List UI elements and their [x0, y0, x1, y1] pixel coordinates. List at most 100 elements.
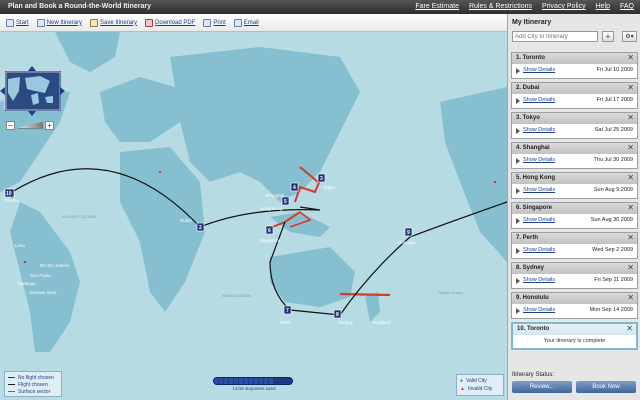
print-button[interactable]: Print — [203, 18, 226, 27]
city-marker-2[interactable]: 2 — [196, 222, 205, 232]
show-details-link[interactable]: Show Details — [523, 217, 555, 223]
start-button[interactable]: Start — [6, 18, 29, 27]
print-icon — [203, 18, 212, 27]
itinerary-leg-9[interactable]: 9. Honolulu ✕ Show Details Mon Sep 14 2009 — [511, 292, 638, 319]
expand-arrow-icon[interactable] — [516, 98, 520, 104]
expand-arrow-icon[interactable] — [516, 218, 520, 224]
settings-gear-icon[interactable]: ⚙▾ — [622, 31, 637, 42]
itinerary-status-label: Itinerary Status: — [512, 372, 555, 378]
save-icon — [90, 18, 99, 27]
expand-arrow-icon[interactable] — [516, 278, 520, 284]
leg-date: Thu Jul 30 2009 — [593, 157, 633, 163]
rules-link[interactable]: Rules & Restrictions — [469, 3, 532, 10]
page-title: Plan and Book a Round-the-World Itinerar… — [8, 3, 151, 10]
add-city-row: + ⚙▾ — [512, 31, 637, 43]
city-marker-6[interactable]: 6 — [265, 225, 274, 235]
remove-leg-close-icon[interactable]: ✕ — [627, 173, 634, 182]
invalid-city-legend: ▲ Invalid City — [460, 386, 493, 392]
itinerary-leg-4[interactable]: 4. Shanghai ✕ Show Details Thu Jul 30 2009 — [511, 142, 638, 169]
show-details-link[interactable]: Show Details — [523, 97, 555, 103]
svg-text:7: 7 — [286, 308, 289, 314]
pan-down-icon[interactable] — [28, 111, 36, 116]
email-button[interactable]: Email — [233, 18, 259, 27]
add-city-input[interactable] — [512, 31, 598, 42]
remove-leg-close-icon[interactable]: ✕ — [627, 53, 634, 62]
svg-text:10: 10 — [6, 191, 12, 197]
show-details-link[interactable]: Show Details — [523, 157, 555, 163]
itinerary-leg-final[interactable]: 10. Toronto ✕ Your itinerary is complete — [511, 322, 638, 350]
expand-arrow-icon[interactable] — [516, 188, 520, 194]
leg-date: Sun Aug 30 2009 — [590, 217, 633, 223]
remove-leg-close-icon[interactable]: ✕ — [627, 233, 634, 242]
show-details-link[interactable]: Show Details — [523, 67, 555, 73]
new-itinerary-button[interactable]: New Itinerary — [36, 18, 82, 27]
zoom-out-button[interactable]: − — [6, 120, 15, 130]
city-marker-5[interactable]: 5 — [281, 196, 290, 206]
remove-leg-close-icon[interactable]: ✕ — [627, 83, 634, 92]
pan-right-icon[interactable] — [60, 87, 65, 95]
pan-left-icon[interactable] — [0, 87, 5, 95]
remove-leg-close-icon[interactable]: ✕ — [627, 113, 634, 122]
stopover-counter: 12/16 stopovers used — [213, 377, 295, 395]
legend-surface: Surface sector — [8, 388, 58, 395]
show-details-link[interactable]: Show Details — [523, 187, 555, 193]
city-marker-4[interactable]: 4 — [290, 182, 299, 192]
remove-leg-close-icon[interactable]: ✕ — [627, 263, 634, 272]
svg-text:8: 8 — [336, 312, 339, 318]
svg-text:9: 9 — [407, 230, 410, 236]
svg-text:4: 4 — [293, 185, 296, 191]
expand-arrow-icon[interactable] — [516, 158, 520, 164]
indian-ocean-label: INDIAN OCEAN — [222, 293, 251, 298]
itinerary-leg-1[interactable]: 1. Toronto ✕ Show Details Fri Jul 10 2009 — [511, 52, 638, 79]
map-canvas[interactable]: ATLANTIC OCEAN INDIAN OCEAN Pacific Ocea… — [0, 32, 507, 400]
itinerary-leg-7[interactable]: 7. Perth ✕ Show Details Wed Sep 2 2009 — [511, 232, 638, 259]
remove-leg-close-icon[interactable]: ✕ — [627, 203, 634, 212]
label-santiago: Santiago — [18, 281, 36, 286]
show-details-link[interactable]: Show Details — [523, 127, 555, 133]
itinerary-leg-6[interactable]: 6. Singapore ✕ Show Details Sun Aug 30 2009 — [511, 202, 638, 229]
city-marker-7[interactable]: 7 — [283, 305, 292, 315]
itinerary-leg-5[interactable]: 5. Hong Kong ✕ Show Details Sun Aug 9 2009 — [511, 172, 638, 199]
download-pdf-button[interactable]: Download PDF — [145, 18, 195, 27]
app-window: Plan and Book a Round-the-World Itinerar… — [0, 0, 640, 400]
faq-link[interactable]: FAQ — [620, 3, 634, 10]
city-marker-8[interactable]: 8 — [333, 309, 342, 319]
remove-leg-close-icon[interactable]: ✕ — [627, 143, 634, 152]
show-details-link[interactable]: Show Details — [523, 247, 555, 253]
remove-leg-close-icon[interactable]: ✕ — [627, 293, 634, 302]
save-itinerary-button[interactable]: Save Itinerary — [90, 18, 137, 27]
city-marker-3[interactable]: 3 — [317, 173, 326, 183]
pan-up-icon[interactable] — [28, 66, 36, 71]
help-link[interactable]: Help — [596, 3, 610, 10]
itinerary-panel: My Itinerary + ⚙▾ 1. Toronto✕Show Detail… — [507, 14, 640, 400]
expand-arrow-icon[interactable] — [516, 68, 520, 74]
pacific-ocean-label: Pacific Ocean — [438, 290, 463, 295]
review-button[interactable]: Review... — [512, 381, 572, 393]
itinerary-leg-2[interactable]: 2. Dubai ✕ Show Details Fri Jul 17 2009 — [511, 82, 638, 109]
remove-leg-close-icon[interactable]: ✕ — [626, 324, 633, 333]
city-marker-9[interactable]: 9 — [404, 227, 413, 237]
header-bar: Plan and Book a Round-the-World Itinerar… — [0, 0, 640, 14]
privacy-link[interactable]: Privacy Policy — [542, 3, 586, 10]
expand-arrow-icon[interactable] — [516, 308, 520, 314]
book-now-button[interactable]: Book Now — [576, 381, 636, 393]
itinerary-leg-3[interactable]: 3. Tokyo ✕ Show Details Sat Jul 25 2009 — [511, 112, 638, 139]
label-perth: Perth — [280, 320, 291, 325]
label-riodejaneiro: Rio De Janeiro — [40, 263, 70, 268]
itinerary-leg-8[interactable]: 8. Sydney ✕ Show Details Fri Sep 11 2009 — [511, 262, 638, 289]
show-details-link[interactable]: Show Details — [523, 277, 555, 283]
expand-arrow-icon[interactable] — [516, 248, 520, 254]
zoom-slider[interactable] — [17, 121, 43, 129]
zoom-in-button[interactable]: + — [45, 120, 54, 130]
city-marker-10[interactable]: 10 — [4, 188, 15, 198]
fare-estimate-link[interactable]: Fare Estimate — [415, 3, 459, 10]
world-map[interactable]: ATLANTIC OCEAN INDIAN OCEAN Pacific Ocea… — [0, 32, 507, 400]
label-auckland: Auckland — [372, 320, 391, 325]
toolbar: Start New Itinerary Save Itinerary Downl… — [0, 14, 507, 32]
expand-arrow-icon[interactable] — [516, 128, 520, 134]
leg-date: Sat Jul 25 2009 — [594, 127, 633, 133]
mini-map[interactable] — [4, 70, 61, 111]
show-details-link[interactable]: Show Details — [523, 307, 555, 313]
add-city-button[interactable]: + — [602, 31, 614, 42]
label-toronto: Toronto — [4, 198, 20, 203]
